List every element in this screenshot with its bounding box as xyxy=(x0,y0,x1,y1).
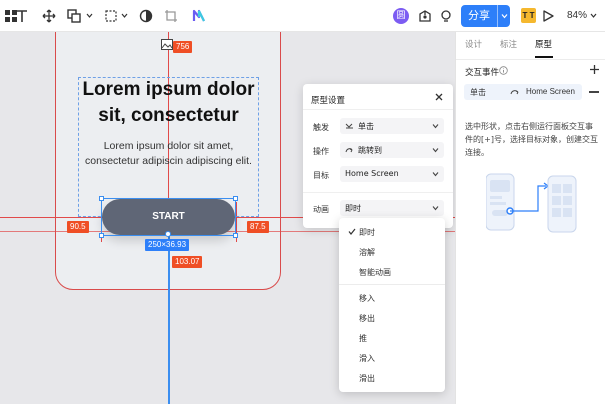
measure-right: 87.5 xyxy=(247,221,269,233)
divider xyxy=(339,284,445,285)
shape-icon[interactable] xyxy=(65,7,83,25)
target-select[interactable]: Home Screen xyxy=(340,166,444,182)
interaction-trigger: 单击 xyxy=(470,88,486,97)
text-icon[interactable] xyxy=(13,7,31,25)
chevron-down-icon[interactable] xyxy=(121,12,128,19)
menu-item-smart-animate[interactable]: 智能动画 xyxy=(359,267,391,278)
image-icon xyxy=(161,37,173,50)
menu-item-instant[interactable]: 即时 xyxy=(359,227,375,238)
top-toolbar: 圆 分享 T T 84% xyxy=(0,0,605,32)
interaction-target: Home Screen xyxy=(526,87,575,96)
navigate-icon xyxy=(345,148,353,153)
trigger-label: 触发 xyxy=(313,123,329,132)
prototype-illustration-icon xyxy=(485,172,582,234)
menu-item-slide-in[interactable]: 滑入 xyxy=(359,353,375,364)
check-icon xyxy=(348,228,356,235)
info-icon[interactable] xyxy=(499,66,508,75)
body-text[interactable]: Lorem ipsum dolor sit amet, consectetur … xyxy=(78,139,259,169)
share-button[interactable]: 分享 xyxy=(461,5,510,27)
animation-select[interactable]: 即时 xyxy=(340,200,444,216)
chevron-down-icon xyxy=(432,148,439,153)
page-title[interactable]: Lorem ipsum dolor sit, consectetur xyxy=(78,77,259,129)
target-label: 目标 xyxy=(313,171,329,180)
click-icon xyxy=(345,123,353,129)
tab-annotate[interactable]: 标注 xyxy=(500,38,517,50)
ai-badge[interactable]: T T xyxy=(521,8,536,23)
menu-item-move-out[interactable]: 移出 xyxy=(359,313,375,324)
share-caret-icon[interactable] xyxy=(497,5,510,27)
animation-dropdown-menu: 即时 溶解 智能动画 移入 移出 推 滑入 滑出 xyxy=(339,218,445,392)
component-icon[interactable] xyxy=(416,7,434,25)
close-icon[interactable] xyxy=(434,92,444,102)
move-icon[interactable] xyxy=(40,7,58,25)
remove-icon[interactable] xyxy=(589,91,599,93)
chevron-down-icon[interactable] xyxy=(590,12,597,19)
measure-bottom: 103.07 xyxy=(172,256,203,268)
resize-handle[interactable] xyxy=(99,233,104,238)
size-label: 250×36.93 xyxy=(145,239,190,251)
animation-value: 即时 xyxy=(345,204,361,213)
frame-icon[interactable] xyxy=(102,7,120,25)
trigger-select[interactable]: 单击 xyxy=(340,118,444,134)
active-tab-indicator xyxy=(535,56,553,58)
right-panel: 设计 标注 原型 交互事件 单击 Home Screen 选中形状，点击右侧运行… xyxy=(455,32,605,404)
measure-left: 90.5 xyxy=(67,221,89,233)
divider xyxy=(456,59,605,60)
menu-item-push[interactable]: 推 xyxy=(359,333,367,344)
animation-label: 动画 xyxy=(313,205,329,214)
tab-design[interactable]: 设计 xyxy=(465,38,482,50)
chevron-down-icon xyxy=(432,206,439,211)
menu-item-slide-out[interactable]: 滑出 xyxy=(359,373,375,384)
plugin-logo-icon[interactable] xyxy=(190,7,208,25)
navigate-icon xyxy=(510,90,519,95)
resize-handle[interactable] xyxy=(233,233,238,238)
panel-title: 原型设置 xyxy=(311,96,346,106)
trigger-value: 单击 xyxy=(358,122,374,131)
chevron-down-icon xyxy=(432,172,439,177)
connection-handle[interactable] xyxy=(165,231,171,237)
chevron-down-icon xyxy=(432,124,439,129)
zoom-level[interactable]: 84% xyxy=(567,10,587,21)
action-value: 跳转到 xyxy=(358,146,382,155)
interaction-row[interactable]: 单击 Home Screen xyxy=(464,84,582,100)
divider xyxy=(303,192,453,193)
help-text: 选中形状，点击右侧运行面板交互事件的[+]号，选择目标对象，创建交互连接。 xyxy=(465,122,598,157)
lightbulb-icon[interactable] xyxy=(437,7,455,25)
target-value: Home Screen xyxy=(345,169,399,178)
avatar[interactable]: 圆 xyxy=(393,8,409,24)
section-title: 交互事件 xyxy=(465,68,500,78)
chevron-down-icon[interactable] xyxy=(86,12,93,19)
ellipse-icon[interactable] xyxy=(137,7,155,25)
crop-icon[interactable] xyxy=(162,7,180,25)
menu-item-move-in[interactable]: 移入 xyxy=(359,293,375,304)
resize-handle[interactable] xyxy=(233,196,238,201)
share-button-label: 分享 xyxy=(468,9,490,22)
prototype-settings-panel: 原型设置 触发 单击 操作 跳转到 目标 Home Screen 动画 即时 xyxy=(303,84,453,228)
add-icon[interactable] xyxy=(589,64,600,75)
menu-item-dissolve[interactable]: 溶解 xyxy=(359,247,375,258)
action-label: 操作 xyxy=(313,147,329,156)
divider xyxy=(303,109,453,110)
action-select[interactable]: 跳转到 xyxy=(340,142,444,158)
play-icon[interactable] xyxy=(539,7,557,25)
guide-line xyxy=(168,235,170,404)
tab-prototype[interactable]: 原型 xyxy=(535,38,552,50)
resize-handle[interactable] xyxy=(99,196,104,201)
measure-top: 756 xyxy=(173,41,193,53)
